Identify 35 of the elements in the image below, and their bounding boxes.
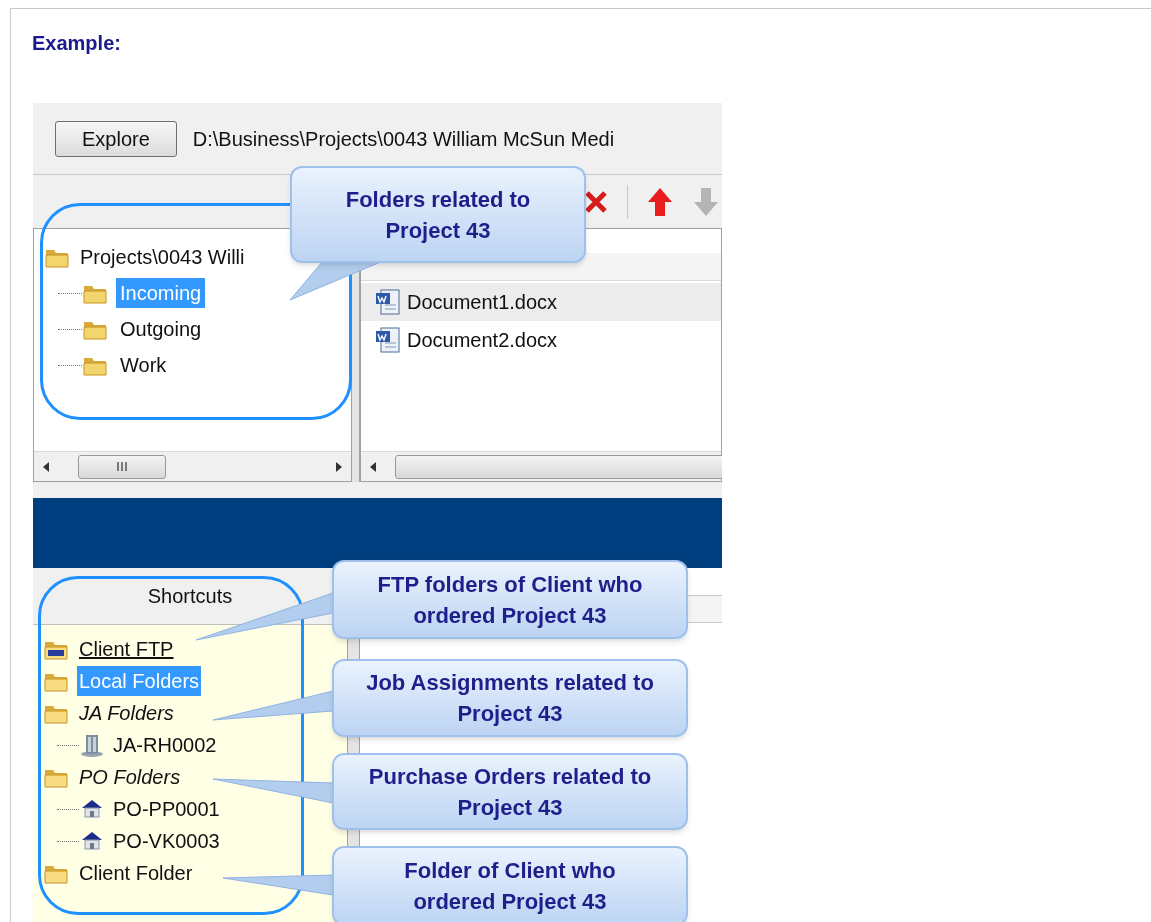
tree-item[interactable]: Projects\0043 Willi <box>78 242 247 272</box>
building-icon <box>79 732 105 758</box>
scroll-left-icon[interactable] <box>42 461 50 472</box>
grip-icon <box>116 462 128 471</box>
horizontal-scrollbar[interactable] <box>34 451 351 481</box>
path-text: D:\Business\Projects\0043 William McSun Medi <box>192 126 615 152</box>
example-heading: Example: <box>31 31 121 56</box>
shortcut-item[interactable]: PO-PP0001 <box>113 794 220 824</box>
callout-tooltip: FTP folders of Client who ordered Project 43 <box>332 560 688 639</box>
shortcut-item[interactable]: JA Folders <box>77 698 176 728</box>
delete-icon[interactable] <box>583 188 609 215</box>
callout-tooltip: Folders related to Project 43 <box>290 166 586 263</box>
explore-button[interactable]: Explore <box>55 120 177 157</box>
word-document-icon <box>373 287 403 317</box>
shortcut-item[interactable]: PO Folders <box>77 762 183 792</box>
tree-item[interactable]: Outgoing <box>116 314 206 344</box>
shortcut-item[interactable]: JA-RH0002 <box>113 730 217 760</box>
file-row[interactable]: Document1.docx <box>361 283 721 321</box>
horizontal-scrollbar[interactable] <box>361 451 721 481</box>
shortcut-item[interactable]: Client Folder <box>77 858 195 888</box>
shortcuts-header: Shortcuts <box>147 584 233 609</box>
scroll-right-icon[interactable] <box>335 461 343 472</box>
callout-tooltip: Folder of Client who ordered Project 43 <box>332 846 688 922</box>
callout-tooltip: Job Assignments related to Project 43 <box>332 659 688 737</box>
scroll-left-icon[interactable] <box>369 461 377 472</box>
shortcut-item[interactable]: Client FTP <box>77 634 176 664</box>
word-document-icon <box>373 325 403 355</box>
file-name: Document2.docx <box>407 328 558 353</box>
callout-tooltip: Purchase Orders related to Project 43 <box>332 753 688 830</box>
scrollbar-thumb[interactable] <box>395 454 722 479</box>
file-name: Document1.docx <box>407 290 558 315</box>
shortcut-item[interactable]: PO-VK0003 <box>113 826 220 856</box>
scrollbar-thumb[interactable] <box>78 454 166 479</box>
file-row[interactable]: Document2.docx <box>361 321 721 359</box>
tree-item[interactable]: Work <box>116 350 171 380</box>
